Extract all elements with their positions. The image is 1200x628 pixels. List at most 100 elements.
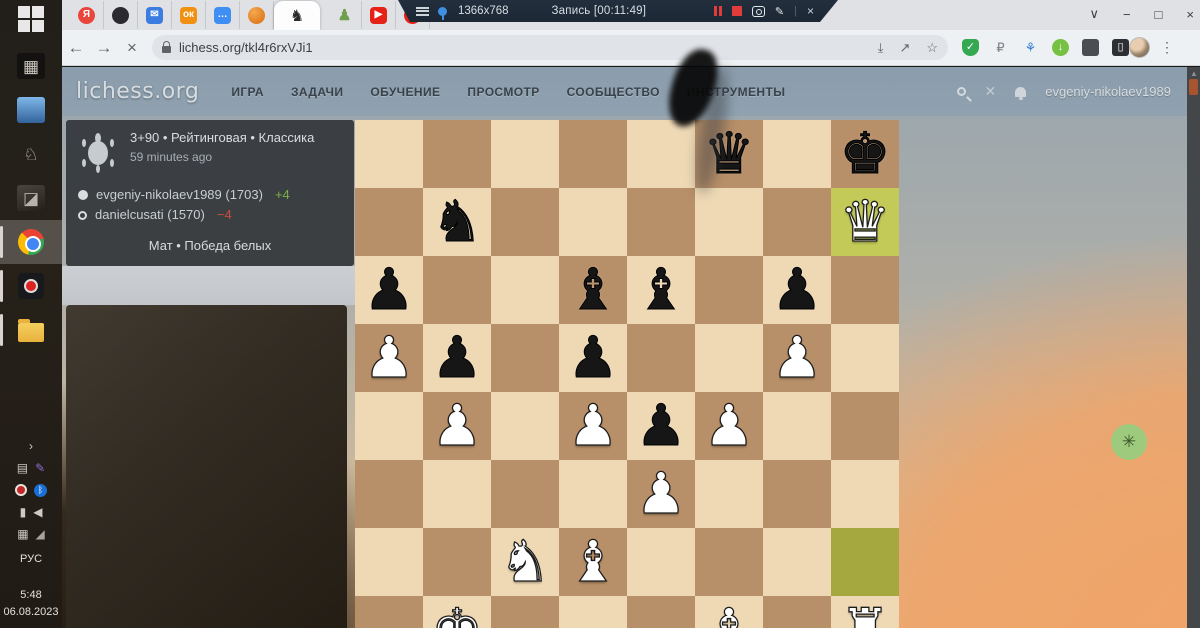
taskbar-app-button[interactable]: ♘ <box>0 132 62 176</box>
nav-item-сообщество[interactable]: СООБЩЕСТВО <box>567 85 660 99</box>
pinned-tab[interactable]: Я <box>70 1 104 29</box>
piece-wP-a5[interactable]: ♟ <box>355 324 423 392</box>
bookmark-star-icon[interactable]: ☆ <box>926 40 938 56</box>
square-f6[interactable] <box>695 256 763 324</box>
pinned-tab[interactable] <box>104 1 138 29</box>
language-indicator[interactable]: РУС <box>20 553 42 565</box>
piece-wP-g5[interactable]: ♟ <box>763 324 831 392</box>
puzzle-ext-icon[interactable] <box>1082 39 1099 56</box>
square-h4[interactable] <box>831 392 899 460</box>
piece-wB-f1[interactable]: ♝ <box>695 596 763 628</box>
lichess-logo[interactable]: lichess.org <box>76 79 199 104</box>
close-button[interactable]: × <box>1186 7 1194 22</box>
square-c7[interactable] <box>491 188 559 256</box>
piece-wP-e3[interactable]: ♟ <box>627 460 695 528</box>
restore-button[interactable]: □ <box>1155 7 1163 22</box>
white-player-name[interactable]: evgeniy-nikolaev1989 (1703) <box>96 185 263 205</box>
address-bar[interactable]: lichess.org/tkl4r6rxVJi1 ⤓ ↗ ☆ <box>152 35 948 60</box>
nav-item-задачи[interactable]: ЗАДАЧИ <box>291 85 343 99</box>
square-a2[interactable] <box>355 528 423 596</box>
square-c8[interactable] <box>491 120 559 188</box>
url-text[interactable]: lichess.org/tkl4r6rxVJi1 <box>179 40 313 55</box>
square-d8[interactable] <box>559 120 627 188</box>
square-d7[interactable] <box>559 188 627 256</box>
person-ext-icon[interactable]: ⚘ <box>1022 39 1039 56</box>
square-e1[interactable] <box>627 596 695 628</box>
network-tray-icon[interactable]: ◢ <box>36 528 45 540</box>
square-b8[interactable] <box>423 120 491 188</box>
username[interactable]: evgeniy-nikolaev1989 <box>1045 84 1171 99</box>
square-c5[interactable] <box>491 324 559 392</box>
bluetooth-icon[interactable]: ᛒ <box>34 483 47 497</box>
square-c3[interactable] <box>491 460 559 528</box>
square-c6[interactable] <box>491 256 559 324</box>
piece-bB-e6[interactable]: ♝ <box>627 256 695 324</box>
square-a8[interactable] <box>355 120 423 188</box>
piece-bN-b7[interactable]: ♞ <box>423 188 491 256</box>
square-e5[interactable] <box>627 324 695 392</box>
square-g3[interactable] <box>763 460 831 528</box>
taskbar-chrome-button[interactable] <box>0 220 62 264</box>
pinned-tab[interactable]: ♟ <box>328 1 362 29</box>
taskbar-recorder-button[interactable] <box>0 264 62 308</box>
start-button[interactable] <box>0 0 62 44</box>
challenge-cross-icon[interactable]: ✕ <box>985 83 997 100</box>
square-b6[interactable] <box>423 256 491 324</box>
square-g8[interactable] <box>763 120 831 188</box>
stop-recording-button[interactable] <box>732 6 742 16</box>
metrics-tray-icon[interactable]: ▦ <box>17 528 28 540</box>
chrome-menu-icon[interactable]: ⋮ <box>1160 39 1174 56</box>
pinned-tab[interactable]: ок <box>172 1 206 29</box>
back-button[interactable]: ← <box>62 38 90 58</box>
tray-expand-icon[interactable]: › <box>29 440 33 452</box>
piece-wP-d4[interactable]: ♟ <box>559 392 627 460</box>
annotate-pencil-icon[interactable]: ✎ <box>775 5 784 18</box>
square-e8[interactable] <box>627 120 695 188</box>
install-icon[interactable]: ⤓ <box>878 40 884 56</box>
speaker-tray-icon[interactable]: ◀ <box>33 506 42 518</box>
square-h5[interactable] <box>831 324 899 392</box>
square-d3[interactable] <box>559 460 627 528</box>
square-a1[interactable] <box>355 596 423 628</box>
piece-bB-d6[interactable]: ♝ <box>559 256 627 324</box>
recorder-pin-icon[interactable] <box>438 7 447 16</box>
pause-recording-button[interactable] <box>714 6 722 16</box>
search-icon[interactable] <box>956 87 966 96</box>
square-h6[interactable] <box>831 256 899 324</box>
piece-bP-d5[interactable]: ♟ <box>559 324 627 392</box>
piece-wQ-h7[interactable]: ♛ <box>831 188 899 256</box>
minimize-button[interactable]: − <box>1123 7 1131 22</box>
share-icon[interactable]: ↗ <box>899 40 910 56</box>
pinned-tab[interactable] <box>240 1 274 29</box>
piece-bP-e4[interactable]: ♟ <box>627 392 695 460</box>
tab-lichess-active[interactable]: ♞ <box>274 1 320 30</box>
recorder-menu-icon[interactable] <box>416 7 429 16</box>
black-player-name[interactable]: danielcusati (1570) <box>95 205 205 225</box>
piece-bK-h8[interactable]: ♚ <box>831 120 899 188</box>
square-f2[interactable] <box>695 528 763 596</box>
stop-button[interactable]: × <box>118 38 146 58</box>
nav-item-обучение[interactable]: ОБУЧЕНИЕ <box>370 85 440 99</box>
tray-record-icon[interactable] <box>15 484 27 496</box>
piece-wK-b1[interactable]: ♚ <box>423 596 491 628</box>
taskbar-app-button[interactable]: ▦ <box>0 44 62 88</box>
taskbar-app-button[interactable] <box>0 88 62 132</box>
square-h3[interactable] <box>831 460 899 528</box>
screenshot-camera-icon[interactable] <box>752 6 765 17</box>
profile-avatar[interactable] <box>1129 37 1150 58</box>
square-e7[interactable] <box>627 188 695 256</box>
sidebar-ext-icon[interactable]: ▯ <box>1112 39 1129 56</box>
chess-board[interactable]: ♛♚♞♛♟♝♝♟♟♟♟♟♟♟♟♟♟♞♝♚♝♜ <box>355 120 899 628</box>
piece-wP-b4[interactable]: ♟ <box>423 392 491 460</box>
square-h2[interactable] <box>831 528 899 596</box>
square-b2[interactable] <box>423 528 491 596</box>
pinned-tab[interactable]: ✉ <box>138 1 172 29</box>
pinned-tab[interactable]: ▶ <box>362 1 396 29</box>
overlay-fab-button[interactable]: ✳ <box>1111 424 1147 460</box>
nav-item-просмотр[interactable]: ПРОСМОТР <box>467 85 539 99</box>
notifications-bell-icon[interactable] <box>1015 86 1027 100</box>
square-c4[interactable] <box>491 392 559 460</box>
taskbar-app-button[interactable]: ◪ <box>0 176 62 220</box>
ruble-ext-icon[interactable]: ₽ <box>992 39 1009 56</box>
scroll-up-arrow-icon[interactable]: ▲ <box>1190 69 1198 78</box>
